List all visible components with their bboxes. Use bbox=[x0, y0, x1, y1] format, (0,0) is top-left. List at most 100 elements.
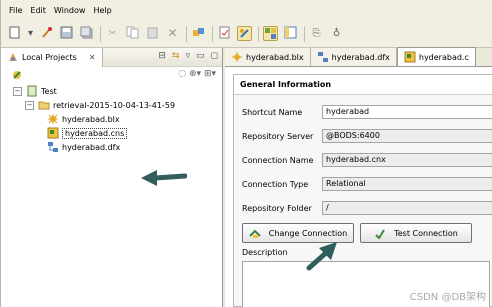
test-connection-button[interactable]: Test Connection bbox=[360, 223, 472, 243]
tree-node-root[interactable]: − Test bbox=[13, 84, 57, 98]
change-connection-icon bbox=[249, 227, 261, 239]
tiles-icon[interactable] bbox=[263, 26, 278, 41]
toolbar-separator bbox=[100, 25, 101, 42]
tree-label-folder: retrieval-2015-10-04-13-41-59 bbox=[53, 100, 176, 110]
repository-server-row: Repository Server @BODS:6400 bbox=[242, 129, 492, 143]
connection-type-row: Connection Type Relational bbox=[242, 177, 492, 191]
cns-file-icon bbox=[404, 51, 416, 63]
shortcut-name-input[interactable]: hyderabad bbox=[322, 105, 492, 119]
main-toolbar: ▾ ✂ ✕ ⎘ ♁ bbox=[1, 20, 492, 48]
cut-icon[interactable]: ✂ bbox=[105, 26, 120, 41]
shortcut-name-row: Shortcut Name hyderabad bbox=[242, 105, 492, 119]
validate-icon[interactable] bbox=[217, 26, 232, 41]
connection-type-field: Relational bbox=[322, 177, 492, 191]
test-connection-icon bbox=[374, 227, 386, 240]
repository-server-field: @BODS:6400 bbox=[322, 129, 492, 143]
panel-subtoolbar: ◌ ⊕▾ ⊞▾ bbox=[1, 67, 222, 83]
expand-icon[interactable]: ⊕▾ bbox=[189, 69, 201, 79]
debug-icon[interactable] bbox=[237, 26, 252, 41]
tab-cns-label: hyderabad.c bbox=[418, 52, 469, 62]
tree-node-folder[interactable]: − retrieval-2015-10-04-13-41-59 bbox=[25, 98, 175, 112]
tab-dfx[interactable]: hyderabad.dfx bbox=[310, 48, 397, 66]
toolbar-separator bbox=[258, 25, 259, 42]
tab-dfx-label: hyderabad.dfx bbox=[331, 52, 390, 62]
delete-icon[interactable]: ✕ bbox=[165, 26, 180, 41]
connection-name-row: Connection Name hyderabad.cnx bbox=[242, 153, 492, 167]
editor-area: hyderabad.blx hyderabad.dfx hyderabad.c … bbox=[225, 47, 492, 307]
menu-help[interactable]: Help bbox=[93, 6, 111, 15]
minimize-icon[interactable]: ▭ bbox=[196, 51, 205, 61]
field-label: Repository Folder bbox=[242, 203, 312, 213]
toolbar-separator bbox=[304, 25, 305, 42]
local-projects-panel: Local Projects ✕ ⊟ ⇆ ▿ ▭ ◻ ◌ ⊕▾ ⊞▾ − Tes… bbox=[1, 47, 223, 307]
paste-icon[interactable] bbox=[145, 26, 160, 41]
maximize-icon[interactable]: ◻ bbox=[211, 51, 218, 61]
binoculars-icon[interactable]: ♁ bbox=[329, 26, 344, 41]
import-icon[interactable] bbox=[191, 26, 206, 41]
watermark: CSDN @DB架构 bbox=[409, 292, 486, 303]
editor-tab-bar: hyderabad.blx hyderabad.dfx hyderabad.c bbox=[225, 47, 492, 67]
application-window: File Edit Window Help ▾ ✂ ✕ ⎘ ♁ Local Pr… bbox=[0, 0, 492, 307]
change-connection-label: Change Connection bbox=[268, 228, 348, 238]
menu-edit[interactable]: Edit bbox=[30, 6, 46, 15]
field-label: Repository Server bbox=[242, 131, 314, 141]
folder-open-icon bbox=[38, 99, 50, 111]
refresh-icon[interactable]: ◌ bbox=[178, 69, 186, 79]
link-editor-icon[interactable]: ⇆ bbox=[172, 51, 180, 61]
save-icon[interactable] bbox=[59, 26, 74, 41]
collapse-toggle[interactable]: − bbox=[13, 86, 22, 96]
panel-tab-bar: Local Projects ✕ ⊟ ⇆ ▿ ▭ ◻ bbox=[1, 47, 222, 67]
field-label: Connection Type bbox=[242, 179, 309, 189]
repository-folder-row: Repository Folder / bbox=[242, 201, 492, 215]
general-information-form: General Information Shortcut Name hydera… bbox=[233, 74, 492, 307]
blx-file-icon bbox=[231, 51, 243, 63]
dfx-file-icon bbox=[317, 51, 329, 63]
description-label: Description bbox=[242, 248, 288, 257]
menu-bar: File Edit Window Help bbox=[1, 0, 492, 20]
close-icon[interactable]: ✕ bbox=[89, 53, 96, 62]
blx-file-icon bbox=[47, 113, 59, 125]
panel-tools: ⊟ ⇆ ▿ ▭ ◻ bbox=[158, 51, 218, 61]
field-label: Shortcut Name bbox=[242, 107, 303, 117]
tab-blx[interactable]: hyderabad.blx bbox=[225, 48, 311, 66]
tab-local-projects-label: Local Projects bbox=[22, 52, 77, 62]
tree-label-file-selected: hyderabad.cns bbox=[62, 127, 128, 139]
menu-window[interactable]: Window bbox=[54, 6, 86, 15]
tree-node-file-cns[interactable]: hyderabad.cns bbox=[47, 126, 128, 140]
panel-sub-tools: ◌ ⊕▾ ⊞▾ bbox=[178, 69, 216, 79]
tab-blx-label: hyderabad.blx bbox=[246, 52, 304, 62]
save-all-icon[interactable] bbox=[79, 26, 94, 41]
annotation-arrow-icon bbox=[306, 242, 337, 271]
tree-label-file: hyderabad.dfx bbox=[62, 142, 121, 152]
project-icon bbox=[26, 85, 38, 97]
tree-label-file: hyderabad.blx bbox=[62, 114, 120, 124]
repository-folder-field: / bbox=[322, 201, 492, 215]
connection-name-field: hyderabad.cnx bbox=[322, 153, 492, 167]
toolbar-separator bbox=[212, 25, 213, 42]
copy-icon[interactable] bbox=[125, 26, 140, 41]
wrench-icon[interactable] bbox=[39, 26, 54, 41]
field-label: Connection Name bbox=[242, 155, 314, 165]
layout-icon[interactable] bbox=[283, 26, 298, 41]
view-menu-icon[interactable]: ▿ bbox=[185, 51, 190, 61]
collapse-toggle[interactable]: − bbox=[25, 100, 34, 110]
dfx-file-icon bbox=[47, 141, 59, 153]
projects-icon bbox=[7, 51, 19, 63]
annotation-arrow-icon bbox=[141, 170, 187, 186]
tree-node-file-dfx[interactable]: hyderabad.dfx bbox=[47, 140, 120, 154]
tree-node-file-blx[interactable]: hyderabad.blx bbox=[47, 112, 120, 126]
tab-local-projects[interactable]: Local Projects ✕ bbox=[1, 47, 103, 67]
menu-file[interactable]: File bbox=[9, 6, 22, 15]
section-title: General Information bbox=[234, 75, 492, 95]
search-icon[interactable]: ⎘ bbox=[309, 26, 324, 41]
test-connection-label: Test Connection bbox=[394, 228, 458, 238]
tab-cns[interactable]: hyderabad.c bbox=[396, 47, 476, 66]
collapse-all-icon[interactable]: ⊟ bbox=[158, 51, 166, 61]
add-icon[interactable]: ⊞▾ bbox=[204, 69, 216, 79]
tree-label-root: Test bbox=[41, 86, 57, 96]
toolbar-separator bbox=[186, 25, 187, 42]
new-project-icon[interactable] bbox=[11, 69, 23, 81]
new-icon[interactable] bbox=[7, 26, 22, 41]
cns-file-icon bbox=[47, 127, 59, 139]
dropdown-icon[interactable]: ▾ bbox=[27, 26, 34, 41]
